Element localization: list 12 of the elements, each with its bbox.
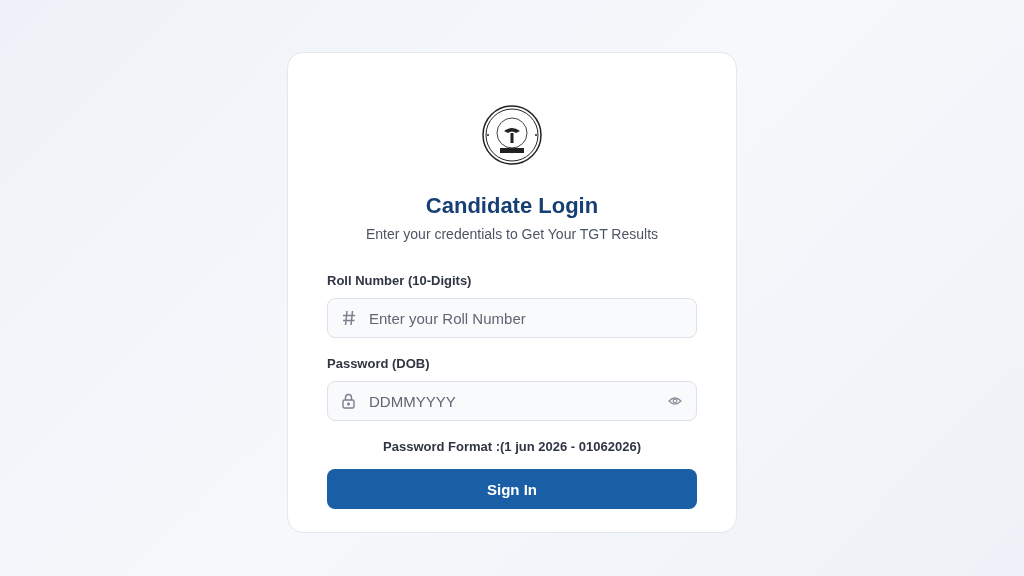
- lock-icon: [342, 393, 355, 409]
- emblem-logo: [482, 105, 542, 165]
- password-field[interactable]: DDMMYYYY: [327, 381, 697, 421]
- sign-in-button[interactable]: Sign In: [327, 469, 697, 509]
- login-subtitle: Enter your credentials to Get Your TGT Results: [364, 225, 660, 243]
- password-format-hint: Password Format :(1 jun 2026 - 01062026): [382, 439, 642, 455]
- field-label: Password (DOB): [327, 356, 431, 372]
- hash-icon: [342, 310, 356, 326]
- roll-number-field[interactable]: Enter your Roll Number: [327, 298, 697, 338]
- login-title: Candidate Login: [424, 193, 600, 219]
- field-label: Roll Number (10-Digits): [327, 273, 473, 289]
- eye-icon[interactable]: [668, 396, 682, 406]
